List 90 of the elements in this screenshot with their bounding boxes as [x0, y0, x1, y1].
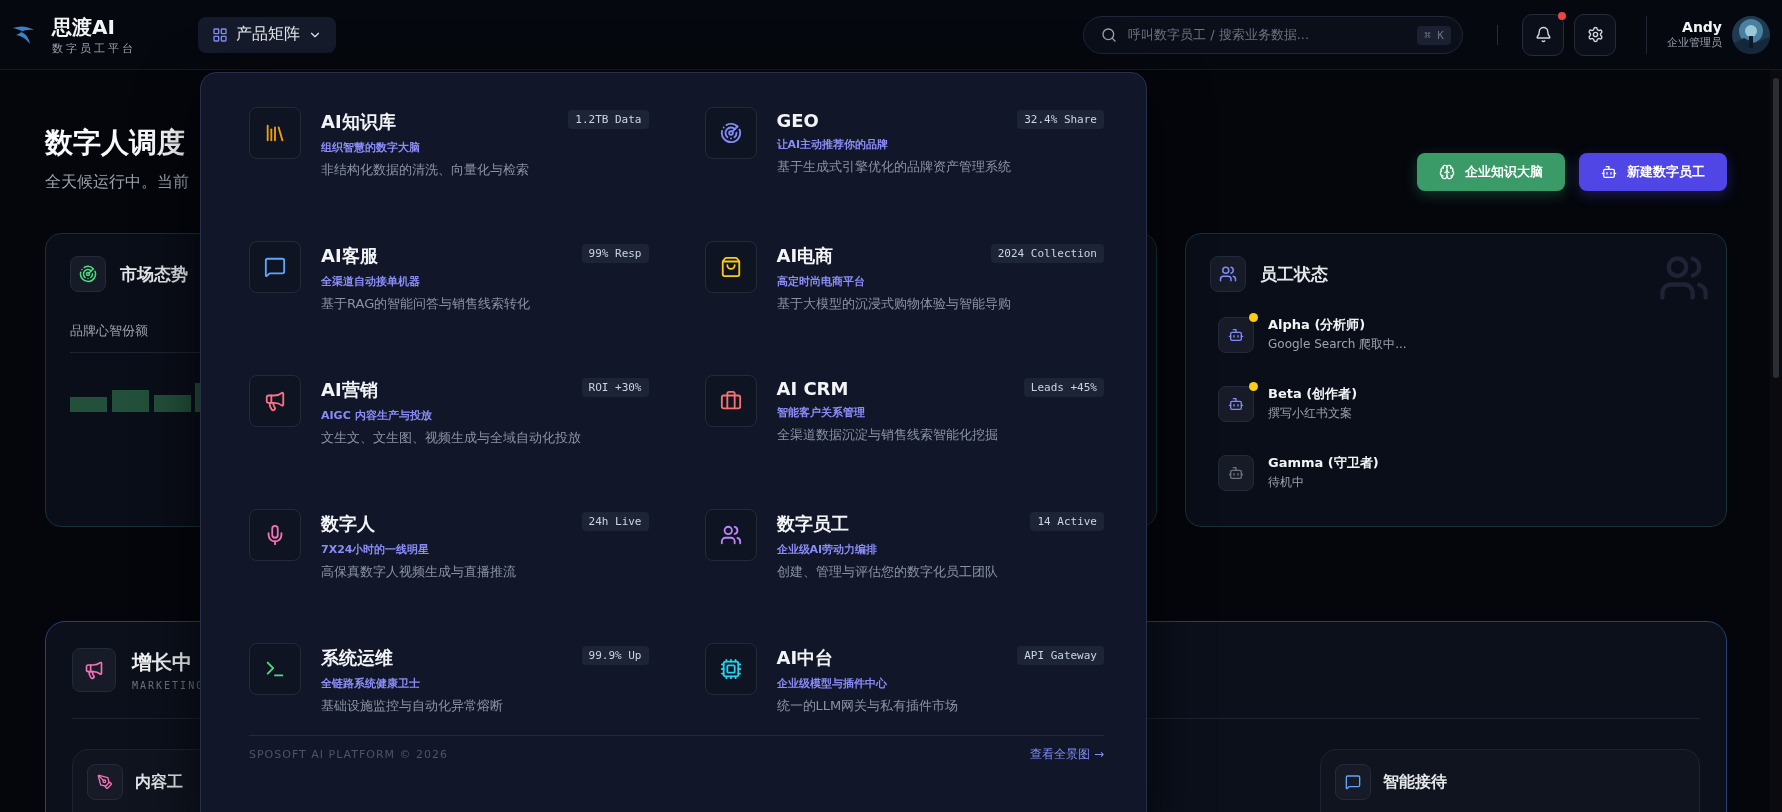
product-item[interactable]: AI电商 2024 Collection 高定时尚电商平台 基于大模型的沉浸式购物体验与智能导购 [704, 241, 1104, 313]
grid-icon [212, 26, 228, 43]
product-menu-button[interactable]: 产品矩阵 [198, 16, 336, 53]
product-title: AI电商 [776, 244, 834, 268]
product-description: 创建、管理与评估您的数字化员工团队 [776, 563, 999, 581]
bell-icon [1534, 26, 1552, 43]
product-tagline: 高定时尚电商平台 [776, 274, 866, 289]
users-icon [1219, 265, 1237, 283]
product-tagline: 7X24小时的一线明星 [321, 542, 431, 557]
product-item[interactable]: AI营销 ROI +30% AIGC 内容生产与投放 文生文、文生图、视频生成与全域自动化投放 [249, 375, 649, 447]
brand-tagline: 数字员工平台 [52, 40, 136, 56]
action-button[interactable]: 企业知识大脑 [1417, 153, 1565, 191]
product-description: 基础设施监控与自动化异常熔断 [321, 697, 504, 715]
brain-icon [1439, 164, 1455, 180]
product-title: GEO [776, 110, 819, 131]
card-title: 员工状态 [1260, 262, 1328, 286]
product-badge: ROI +30% [581, 378, 649, 397]
product-badge: 1.2TB Data [568, 110, 649, 129]
product-description: 统一的LLM网关与私有插件市场 [776, 697, 960, 715]
tile-title: 内容工 [135, 772, 183, 793]
action-button[interactable]: 新建数字员工 [1579, 153, 1727, 191]
product-badge: 99.9% Up [581, 646, 649, 665]
product-item[interactable]: 数字人 24h Live 7X24小时的一线明星 高保真数字人视频生成与直播推流 [249, 509, 649, 581]
search-icon [1101, 26, 1117, 43]
employee-name: Beta (创作者) [1268, 385, 1358, 403]
footer-text: SPOSOFT AI PLATFORM © 2026 [249, 748, 449, 761]
scrollbar[interactable] [1770, 70, 1782, 812]
product-title: AI中台 [776, 646, 834, 670]
notifications-button[interactable] [1522, 13, 1564, 56]
product-description: 文生文、文生图、视频生成与全域自动化投放 [321, 429, 582, 447]
employee-status: 撰写小红书文案 [1268, 405, 1353, 422]
overview-link[interactable]: 查看全景图 → [1030, 746, 1104, 763]
product-title: 数字员工 [776, 512, 849, 536]
user-name: Andy [1682, 19, 1722, 35]
megaphone-icon [84, 660, 104, 680]
product-tagline: 让AI主动推荐你的品牌 [776, 137, 890, 152]
product-tagline: 企业级模型与插件中心 [776, 676, 888, 691]
product-description: 全渠道数据沉淀与销售线索智能化挖掘 [776, 426, 999, 444]
product-badge: 99% Resp [581, 244, 649, 263]
product-title: AI营销 [321, 378, 378, 402]
product-badge: 32.4% Share [1017, 110, 1104, 129]
radar-icon [79, 265, 97, 283]
user-role: 企业管理员 [1667, 35, 1722, 50]
product-badge: 14 Active [1030, 512, 1104, 531]
product-tagline: 全链路系统健康卫士 [321, 676, 421, 691]
product-item[interactable]: AI知识库 1.2TB Data 组织智慧的数字大脑 非结构化数据的清洗、向量化与检索 [249, 107, 649, 179]
employee-status: 待机中 [1268, 474, 1305, 491]
feature-tile[interactable]: 智能接待 [1320, 749, 1700, 812]
product-badge: 2024 Collection [990, 244, 1104, 263]
product-tagline: 组织智慧的数字大脑 [321, 140, 421, 155]
page-subtitle: 全天候运行中。当前 [45, 172, 189, 193]
product-title: AI CRM [776, 378, 849, 399]
product-description: 高保真数字人视频生成与直播推流 [321, 563, 517, 581]
settings-icon [1586, 26, 1604, 43]
employee-status: Google Search 爬取中... [1268, 336, 1407, 353]
product-item[interactable]: 数字员工 14 Active 企业级AI劳动力编排 创建、管理与评估您的数字化员工团队 [704, 509, 1104, 581]
product-tagline: AIGC 内容生产与投放 [321, 408, 433, 423]
chat-bubble-icon [1345, 774, 1361, 790]
product-badge: 24h Live [581, 512, 649, 531]
settings-button[interactable] [1574, 13, 1616, 56]
product-item[interactable]: AI CRM Leads +45% 智能客户关系管理 全渠道数据沉淀与销售线索智能化挖掘 [704, 375, 1104, 447]
product-description: 基于大模型的沉浸式购物体验与智能导购 [776, 295, 1012, 313]
product-description: 基于生成式引擎优化的品牌资产管理系统 [776, 158, 1012, 176]
employee-name: Alpha (分析师) [1268, 316, 1367, 334]
robot-icon [1601, 164, 1617, 180]
product-badge: Leads +45% [1023, 378, 1104, 397]
busy-dot [1249, 381, 1258, 391]
brand-name: 思渡AI [52, 13, 116, 41]
employee-name: Gamma (守卫者) [1268, 454, 1379, 472]
pen-icon [97, 774, 113, 790]
product-item[interactable]: AI中台 API Gateway 企业级模型与插件中心 统一的LLM网关与私有插件市场 [704, 643, 1104, 715]
busy-dot [1249, 312, 1258, 322]
product-title: 数字人 [321, 512, 375, 536]
page-title: 数字人调度 [45, 125, 186, 161]
product-title: AI知识库 [321, 110, 396, 134]
product-title: AI客服 [321, 244, 378, 268]
product-badge: API Gateway [1017, 646, 1104, 665]
tile-title: 智能接待 [1383, 772, 1447, 793]
section-subtitle: MARKETING [132, 680, 205, 691]
product-title: 系统运维 [321, 646, 393, 670]
product-description: 基于RAG的智能问答与销售线索转化 [321, 295, 532, 313]
product-tagline: 企业级AI劳动力编排 [776, 542, 879, 557]
section-title: 增长中 [132, 649, 193, 676]
product-item[interactable]: AI客服 99% Resp 全渠道自动接单机器 基于RAG的智能问答与销售线索转化 [249, 241, 649, 313]
product-item[interactable]: 系统运维 99.9% Up 全链路系统健康卫士 基础设施监控与自动化异常熔断 [249, 643, 649, 715]
product-tagline: 全渠道自动接单机器 [321, 274, 421, 289]
product-item[interactable]: GEO 32.4% Share 让AI主动推荐你的品牌 基于生成式引擎优化的品牌资产管理系统 [704, 107, 1104, 179]
product-tagline: 智能客户关系管理 [776, 405, 866, 420]
card-title: 市场态势 [120, 262, 188, 286]
product-description: 非结构化数据的清洗、向量化与检索 [321, 161, 530, 179]
